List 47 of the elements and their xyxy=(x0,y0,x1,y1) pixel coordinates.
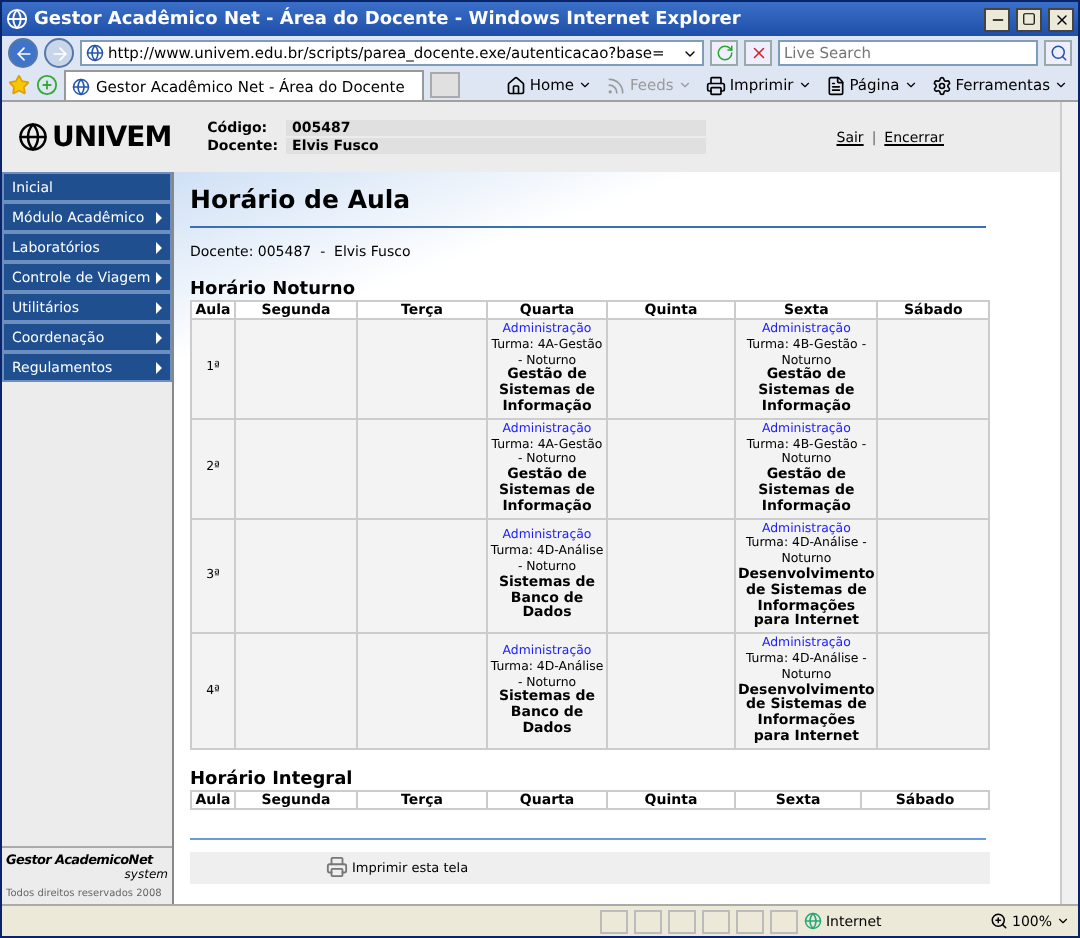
status-pane xyxy=(667,909,696,933)
status-pane xyxy=(599,909,628,933)
caret-icon xyxy=(797,78,812,92)
globe-icon xyxy=(803,912,822,930)
search-icon xyxy=(1049,44,1067,62)
section-title: Horário Noturno xyxy=(190,280,358,300)
caret-icon xyxy=(903,78,918,92)
status-pane xyxy=(633,909,662,933)
caret-icon xyxy=(1054,78,1068,92)
add-favorite-icon[interactable] xyxy=(36,74,58,96)
feed-icon xyxy=(606,75,626,95)
back-arrow-icon xyxy=(13,43,33,63)
refresh-icon xyxy=(715,44,733,62)
globe-icon xyxy=(72,77,90,95)
browser-logo-icon xyxy=(6,8,28,30)
page-icon xyxy=(825,75,846,95)
logo-text: UNIVEM xyxy=(52,121,172,153)
printer-icon xyxy=(705,75,726,95)
caret-icon xyxy=(677,78,692,92)
globe-icon xyxy=(86,44,104,62)
page-title: Horário de Aula xyxy=(190,184,413,214)
back-button[interactable] xyxy=(8,38,38,68)
zoom-icon xyxy=(989,912,1008,930)
favorites-star-icon[interactable] xyxy=(8,74,30,96)
forward-button[interactable] xyxy=(44,38,74,68)
caret-icon xyxy=(578,78,592,92)
section-title: Horário Integral xyxy=(190,769,355,790)
close-icon xyxy=(1053,11,1069,27)
stop-button[interactable] xyxy=(744,40,772,66)
status-pane xyxy=(769,909,798,933)
caret-icon xyxy=(1056,914,1070,928)
maximize-button[interactable] xyxy=(1016,7,1042,31)
status-pane xyxy=(735,909,764,933)
stop-icon xyxy=(749,44,767,62)
scrollbar[interactable] xyxy=(1060,102,1078,904)
gear-icon xyxy=(931,75,952,95)
printer-icon xyxy=(326,856,348,879)
refresh-button[interactable] xyxy=(710,40,738,66)
close-button[interactable] xyxy=(1048,7,1074,31)
home-icon xyxy=(505,75,526,95)
logo-emblem-icon xyxy=(18,122,48,152)
maximize-icon xyxy=(1022,12,1036,26)
status-pane xyxy=(701,909,730,933)
forward-arrow-icon xyxy=(49,43,69,63)
search-button[interactable] xyxy=(1044,40,1072,66)
window-title: Gestor Acadêmico Net - Área do Docente - Windows Internet Explorer xyxy=(34,9,743,29)
minimize-button[interactable] xyxy=(984,7,1010,31)
